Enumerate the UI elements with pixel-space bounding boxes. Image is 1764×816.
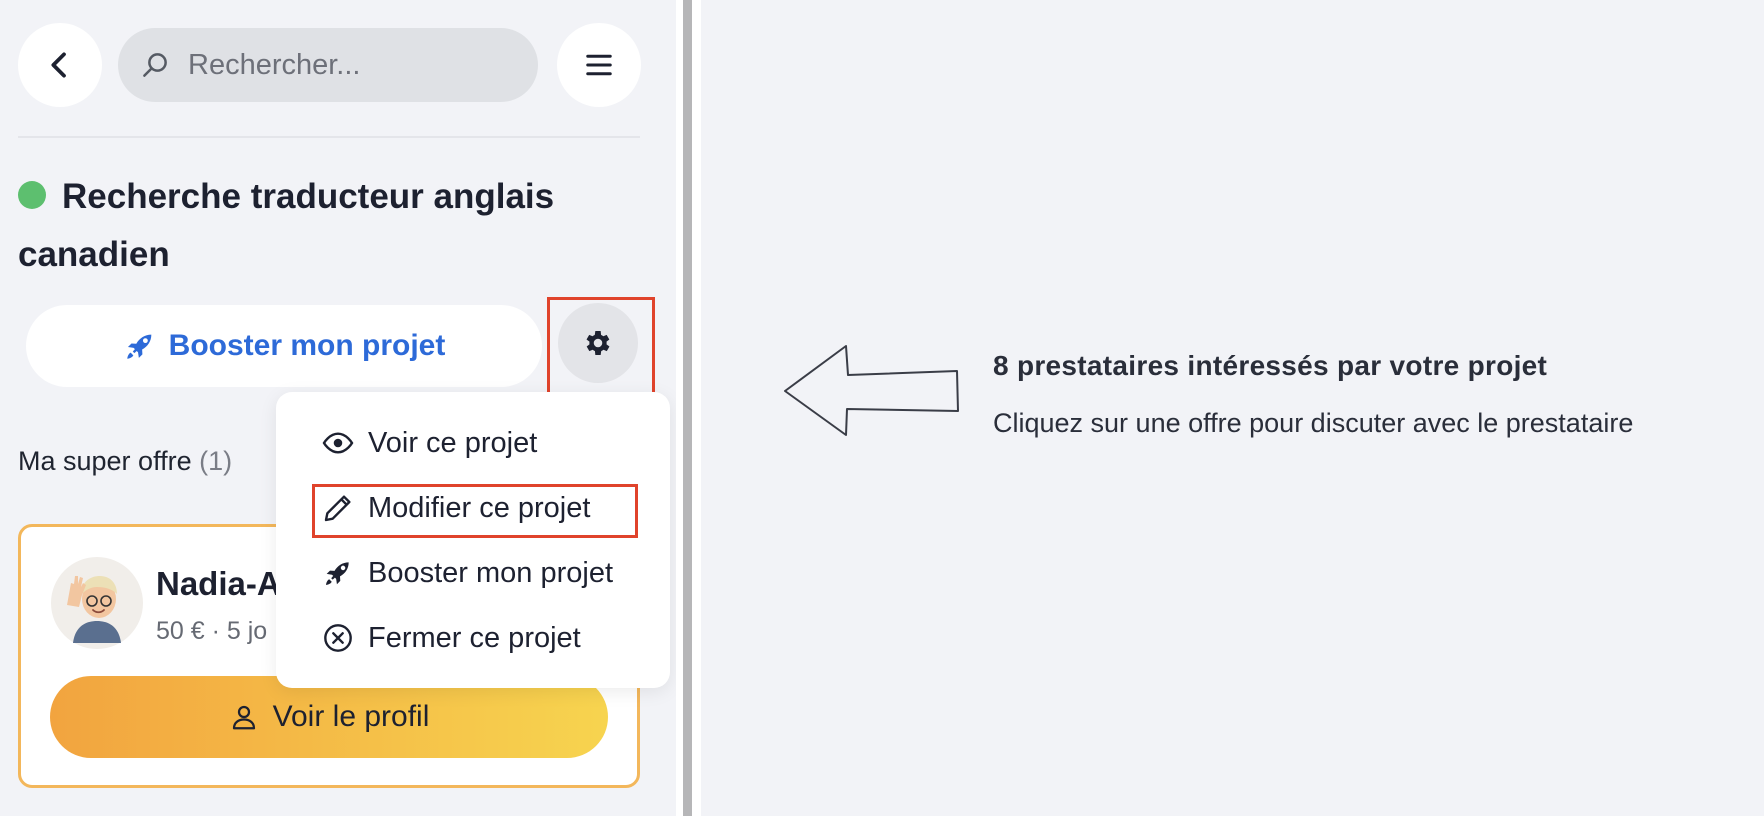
back-button[interactable] xyxy=(18,23,102,107)
boost-project-label: Booster mon projet xyxy=(168,329,446,362)
menu-item-close-project[interactable]: Fermer ce projet xyxy=(322,613,581,663)
boost-project-button[interactable]: Booster mon projet xyxy=(26,305,542,387)
menu-item-label: Booster mon projet xyxy=(368,556,614,589)
avatar xyxy=(51,557,143,649)
view-profile-button[interactable]: Voir le profil xyxy=(50,676,608,758)
eye-icon xyxy=(322,427,354,459)
menu-item-label: Voir ce projet xyxy=(368,426,538,459)
menu-item-label: Fermer ce projet xyxy=(368,621,581,654)
offer-price-delay: 50 € · 5 jo xyxy=(156,617,268,645)
user-icon xyxy=(232,705,255,730)
chevron-left-icon xyxy=(51,52,66,78)
memoji-avatar-icon xyxy=(57,563,137,643)
search-bar[interactable] xyxy=(118,28,538,102)
project-actions-dropdown: Voir ce projet Modifier ce projet Booste… xyxy=(276,392,670,688)
highlight-box-settings xyxy=(547,297,655,398)
view-profile-label: Voir le profil xyxy=(272,700,430,733)
offers-heading-label: Ma super offre xyxy=(18,446,192,476)
menu-item-view-project[interactable]: Voir ce projet xyxy=(322,418,537,468)
arrow-left-icon xyxy=(784,345,959,436)
rocket-icon xyxy=(322,557,354,589)
divider-line xyxy=(18,136,640,138)
panel-divider[interactable] xyxy=(676,0,701,816)
menu-button[interactable] xyxy=(557,23,641,107)
sidebar: Recherche traducteur anglais canadien Bo… xyxy=(0,0,676,816)
search-icon xyxy=(143,53,167,77)
provider-name: Nadia-A xyxy=(156,565,281,602)
empty-state-subtitle: Cliquez sur une offre pour discuter avec… xyxy=(993,408,1634,438)
empty-state-title: 8 prestataires intéressés par votre proj… xyxy=(993,350,1548,381)
offers-count: (1) xyxy=(199,446,233,476)
project-title: Recherche traducteur anglais canadien xyxy=(18,177,555,274)
search-input[interactable] xyxy=(188,48,488,82)
offers-heading: Ma super offre (1) xyxy=(18,446,232,477)
highlight-box-edit xyxy=(312,484,638,538)
menu-item-boost-project[interactable]: Booster mon projet xyxy=(322,548,613,598)
hamburger-menu-icon xyxy=(586,54,612,76)
close-circle-icon xyxy=(322,622,354,654)
rocket-icon xyxy=(126,334,151,359)
